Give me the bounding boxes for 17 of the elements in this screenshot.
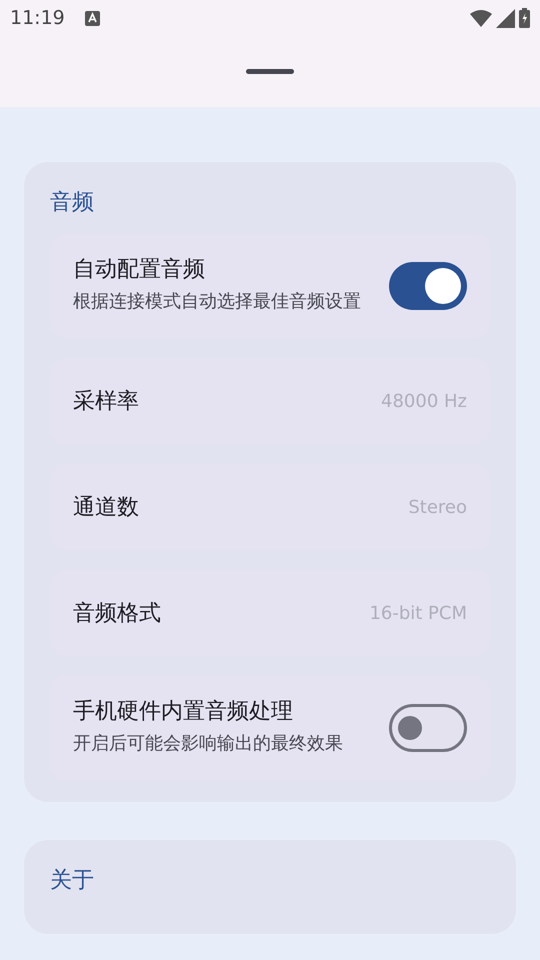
setting-label: 音频格式 — [73, 600, 161, 628]
section-title: 音频 — [50, 189, 95, 217]
setting-label: 通道数 — [73, 494, 139, 522]
setting-description: 开启后可能会影响输出的最终效果 — [73, 732, 344, 756]
setting-label: 自动配置音频 — [73, 256, 206, 284]
toggle-switch[interactable] — [389, 262, 467, 310]
setting-label: 手机硬件内置音频处理 — [73, 698, 294, 726]
battery-icon — [519, 8, 530, 28]
wifi-icon — [470, 9, 492, 27]
setting-description: 根据连接模式自动选择最佳音频设置 — [73, 290, 362, 314]
drag-handle[interactable] — [246, 69, 294, 74]
keyboard-icon — [84, 10, 100, 26]
toggle-switch[interactable] — [389, 704, 467, 752]
signal-icon — [496, 8, 515, 28]
status-time: 11:19 — [10, 6, 65, 31]
setting-label: 采样率 — [73, 388, 139, 416]
section-title: 关于 — [50, 867, 95, 895]
